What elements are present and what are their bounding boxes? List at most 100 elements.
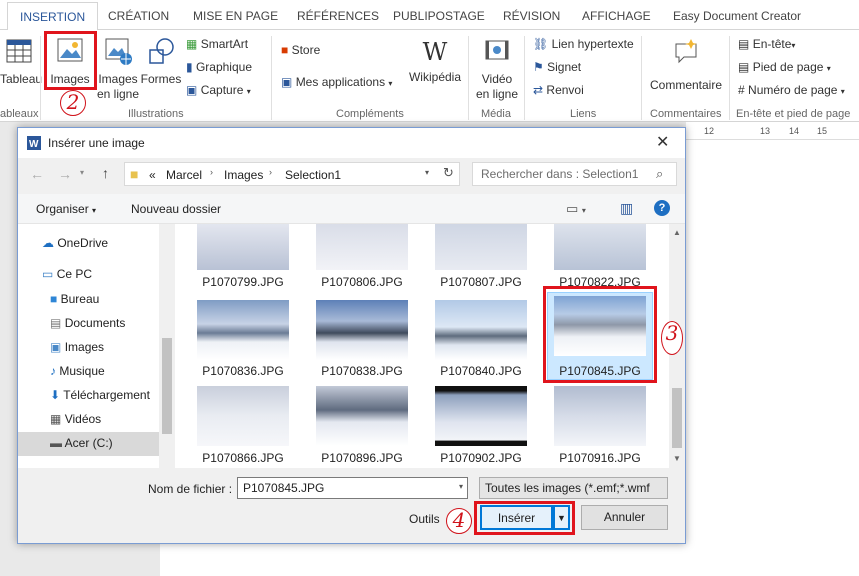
wikipedia-button[interactable]: W Wikipédia [405, 38, 465, 85]
pied-de-page-button[interactable]: ▤ Pied de page ▾ [738, 60, 831, 74]
scrollbar-thumb[interactable] [672, 388, 682, 448]
inserer-button[interactable]: Insérer [480, 505, 553, 530]
up-arrow-icon[interactable]: ↑ [102, 165, 109, 181]
thumbnail[interactable] [435, 300, 527, 360]
thumbnail[interactable] [197, 224, 289, 270]
nav-item-acer[interactable]: ▬ Acer (C:) [50, 436, 113, 450]
graphique-button[interactable]: ▮ Graphique [186, 60, 252, 74]
en-tete-label: En-tête [752, 37, 792, 51]
filename-input[interactable]: P1070845.JPG ▾ [237, 477, 468, 499]
nav-item-musique[interactable]: ♪ Musique [50, 364, 105, 378]
mes-applications-button[interactable]: ▣ Mes applications ▾ [281, 75, 392, 89]
film-icon: ▦ [50, 412, 62, 426]
en-tete-button[interactable]: ▤ En-tête▾ [738, 37, 795, 51]
thumbnail[interactable] [316, 224, 408, 270]
nav-scrollbar[interactable] [159, 224, 175, 468]
signet-button[interactable]: ⚑ Signet [533, 60, 581, 74]
refresh-icon[interactable]: ↻ [443, 165, 454, 181]
file-label[interactable]: P1070806.JPG [307, 275, 417, 289]
tab-publipostage[interactable]: PUBLIPOSTAGE [393, 9, 485, 23]
filetype-select[interactable]: Toutes les images (*.emf;*.wmf [479, 477, 668, 499]
nav-item-images[interactable]: ▣ Images [50, 340, 104, 354]
chevron-down-icon[interactable]: ▾ [459, 482, 463, 491]
shapes-icon [149, 38, 174, 64]
nav-item-ce-pc[interactable]: ▭ Ce PC [42, 267, 92, 281]
address-bar[interactable]: ■ « Marcel › Images › Selection1 ▾ ↻ [124, 162, 460, 186]
tab-insertion[interactable]: INSERTION [7, 2, 99, 31]
organiser-label: Organiser [36, 202, 89, 216]
thumbnail[interactable] [554, 386, 646, 446]
file-label[interactable]: P1070838.JPG [307, 364, 417, 378]
thumbnail[interactable] [316, 300, 408, 360]
file-label[interactable]: P1070840.JPG [426, 364, 536, 378]
capture-button[interactable]: ▣ Capture ▾ [186, 83, 251, 97]
chevron-down-icon[interactable]: ▾ [80, 168, 84, 177]
lien-hypertexte-button[interactable]: ⛓ Lien hypertexte [533, 37, 634, 51]
forward-arrow-icon[interactable]: → [58, 166, 72, 182]
nouveau-dossier-button[interactable]: Nouveau dossier [131, 202, 221, 216]
scroll-up-icon[interactable]: ▲ [673, 228, 681, 237]
thumbnail[interactable] [435, 224, 527, 270]
formes-button[interactable]: Formes [140, 36, 182, 87]
chevron-down-icon[interactable]: ▾ [425, 168, 429, 177]
thumbnail[interactable] [554, 224, 646, 270]
store-button[interactable]: ■ Store [281, 43, 320, 57]
thumbnail[interactable] [316, 386, 408, 446]
back-arrow-icon[interactable]: ← [30, 166, 44, 182]
breadcrumb-selection1[interactable]: Selection1 [285, 168, 341, 182]
scrollbar-thumb[interactable] [162, 338, 172, 434]
thumbnail[interactable] [197, 386, 289, 446]
file-label[interactable]: P1070916.JPG [545, 451, 655, 465]
tab-references[interactable]: RÉFÉRENCES [297, 9, 379, 23]
renvoi-button[interactable]: ⇄ Renvoi [533, 83, 584, 97]
annuler-button[interactable]: Annuler [581, 505, 668, 530]
view-icon[interactable]: ▭ ▾ [566, 201, 586, 217]
inserer-dropdown-icon[interactable]: ▼ [553, 505, 570, 530]
nav-item-onedrive[interactable]: ☁ OneDrive [42, 236, 108, 250]
nav-label: Images [64, 340, 105, 354]
organiser-button[interactable]: Organiser ▾ [36, 202, 96, 216]
page-number-icon: # [738, 83, 745, 97]
nav-item-bureau[interactable]: ■ Bureau [50, 292, 99, 306]
breadcrumb-images[interactable]: Images [224, 168, 263, 182]
download-icon: ⬇ [50, 388, 61, 402]
nav-label: Musique [59, 364, 105, 378]
tab-creation[interactable]: CRÉATION [108, 9, 169, 23]
nav-item-documents[interactable]: ▤ Documents [50, 316, 125, 330]
close-icon[interactable]: ✕ [656, 132, 669, 152]
tab-easy-document-creator[interactable]: Easy Document Creator [673, 9, 801, 23]
scroll-down-icon[interactable]: ▼ [673, 454, 681, 463]
nav-item-telechargement[interactable]: ⬇ Téléchargement [50, 388, 150, 402]
commentaire-button[interactable]: Commentaire [646, 36, 726, 93]
preview-pane-icon[interactable]: ▥ [620, 200, 633, 217]
video-en-ligne-button[interactable]: Vidéo en ligne [474, 36, 520, 102]
numero-de-page-button[interactable]: # Numéro de page ▾ [738, 83, 845, 97]
thumbnail[interactable] [197, 300, 289, 360]
images-en-ligne-button[interactable]: Images en ligne [96, 36, 140, 102]
group-commentaires: Commentaires [650, 108, 722, 120]
file-label[interactable]: P1070896.JPG [307, 451, 417, 465]
tab-revision[interactable]: RÉVISION [503, 9, 560, 23]
folder-icon: ■ [130, 166, 139, 182]
outils-menu[interactable]: Outils [409, 512, 440, 526]
help-icon[interactable]: ? [654, 200, 670, 216]
tab-mise-en-page[interactable]: MISE EN PAGE [193, 9, 278, 23]
search-input[interactable]: Rechercher dans : Selection1 [472, 162, 677, 186]
tableau-label: Tableau [0, 72, 43, 86]
file-label[interactable]: P1070807.JPG [426, 275, 536, 289]
group-illustrations: Illustrations [128, 108, 184, 120]
nav-label: Vidéos [64, 412, 102, 426]
breadcrumb-marcel[interactable]: Marcel [166, 168, 202, 182]
thumbnail[interactable] [435, 386, 527, 446]
screenshot-icon: ▣ [186, 83, 198, 97]
tableau-button[interactable]: Tableau [0, 38, 43, 87]
file-label[interactable]: P1070866.JPG [188, 451, 298, 465]
smartart-button[interactable]: ▦ SmartArt [186, 37, 248, 51]
tab-affichage[interactable]: AFFICHAGE [582, 9, 651, 23]
nav-item-videos[interactable]: ▦ Vidéos [50, 412, 101, 426]
filename-label: Nom de fichier : [148, 482, 233, 496]
file-label[interactable]: P1070799.JPG [188, 275, 298, 289]
file-label[interactable]: P1070836.JPG [188, 364, 298, 378]
search-icon[interactable]: ⌕ [656, 166, 663, 182]
file-label[interactable]: P1070902.JPG [426, 451, 536, 465]
